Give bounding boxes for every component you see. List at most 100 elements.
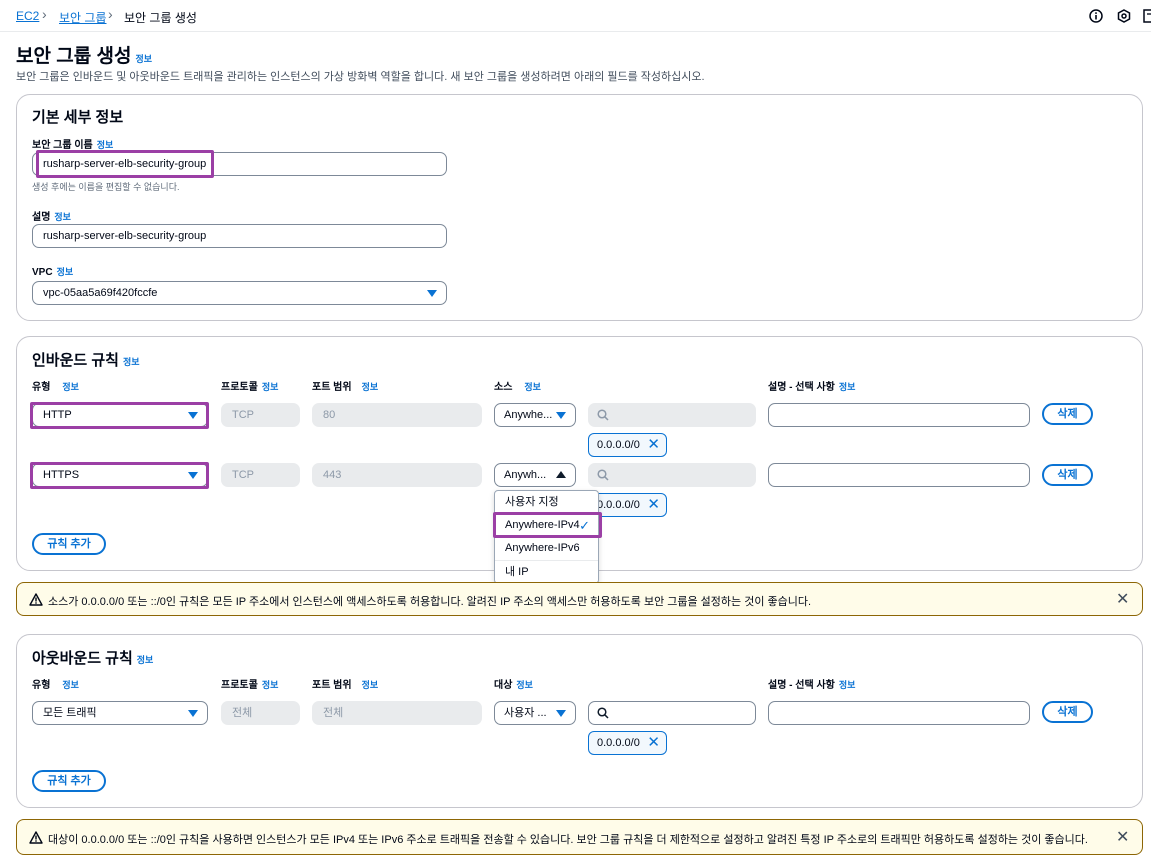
- settings-icon[interactable]: [1117, 9, 1131, 23]
- delete-rule-button[interactable]: 삭제: [1042, 701, 1093, 723]
- cidr-value: 0.0.0.0/0: [597, 737, 640, 749]
- breadcrumb-separator: ›: [108, 6, 113, 22]
- top-bar: EC2 › 보안 그룹 › 보안 그룹 생성: [0, 0, 1151, 32]
- page-title: 보안 그룹 생성 정보: [16, 41, 152, 68]
- col-text: 포트 범위: [312, 382, 352, 393]
- inbound-rules-title: 인바운드 규칙 정보: [32, 349, 140, 370]
- rule-description-input[interactable]: [768, 463, 1030, 487]
- info-link[interactable]: 정보: [362, 680, 379, 690]
- port-range-field: 전체: [312, 701, 482, 725]
- dropdown-item-anywhere-ipv6[interactable]: Anywhere-IPv6: [495, 537, 598, 560]
- cidr-token: 0.0.0.0/0 ✕: [588, 731, 667, 755]
- breadcrumb-security-groups[interactable]: 보안 그룹: [59, 9, 107, 26]
- col-protocol: 프로토콜 정보: [221, 676, 278, 691]
- outbound-type-select[interactable]: 모든 트래픽: [32, 701, 208, 725]
- info-link[interactable]: 정보: [62, 382, 79, 392]
- info-link[interactable]: 정보: [57, 267, 74, 277]
- col-type: 유형 정보: [32, 676, 79, 691]
- info-icon[interactable]: [1089, 9, 1103, 23]
- vpc-label: VPC 정보: [32, 265, 73, 278]
- source-value: Anywhe...: [504, 409, 553, 421]
- warning-text: 대상이 0.0.0.0/0 또는 ::/0인 규칙을 사용하면 인스턴스가 모든…: [48, 834, 1088, 846]
- page-description: 보안 그룹은 인바운드 및 아웃바운드 트래픽을 관리하는 인스턴스의 가상 방…: [16, 71, 705, 83]
- highlight-box: [36, 150, 214, 178]
- rule-description-input[interactable]: [768, 403, 1030, 427]
- warning-icon: [29, 831, 43, 844]
- remove-icon[interactable]: ✕: [647, 434, 660, 456]
- destination-select[interactable]: 사용자 ...: [494, 701, 576, 725]
- col-text: 유형: [32, 382, 51, 393]
- close-icon[interactable]: ✕: [1116, 827, 1129, 847]
- protocol-field: 전체: [221, 701, 300, 725]
- type-value: 모든 트래픽: [43, 707, 97, 719]
- breadcrumb-current: 보안 그룹 생성: [124, 11, 197, 25]
- info-link[interactable]: 정보: [839, 680, 856, 690]
- source-select-open[interactable]: Anywh...: [494, 463, 576, 487]
- col-protocol: 프로토콜 정보: [221, 378, 278, 393]
- info-link[interactable]: 정보: [516, 680, 533, 690]
- description-input[interactable]: rusharp-server-elb-security-group: [32, 224, 447, 248]
- port-range-field: 443: [312, 463, 482, 487]
- panel-icon[interactable]: [1143, 9, 1151, 23]
- info-link[interactable]: 정보: [137, 655, 154, 665]
- vpc-select[interactable]: vpc-05aa5a69f420fccfe: [32, 281, 447, 305]
- info-link[interactable]: 정보: [62, 680, 79, 690]
- breadcrumb-separator: ›: [42, 6, 47, 22]
- outbound-warning-alert: 대상이 0.0.0.0/0 또는 ::/0인 규칙을 사용하면 인스턴스가 모든…: [16, 819, 1143, 855]
- info-link[interactable]: 정보: [362, 382, 379, 392]
- warning-icon: [29, 593, 43, 606]
- info-link[interactable]: 정보: [97, 140, 114, 150]
- breadcrumb-ec2[interactable]: EC2: [16, 9, 39, 23]
- col-type: 유형 정보: [32, 378, 79, 393]
- cidr-token: 0.0.0.0/0 ✕: [588, 433, 667, 457]
- col-text: 설명 - 선택 사항: [768, 382, 835, 393]
- source-value: Anywh...: [504, 469, 547, 481]
- add-inbound-rule-button[interactable]: 규칙 추가: [32, 533, 106, 555]
- search-icon: [597, 469, 609, 481]
- delete-rule-button[interactable]: 삭제: [1042, 403, 1093, 425]
- dropdown-item-custom[interactable]: 사용자 지정: [495, 491, 598, 514]
- cidr-search-input[interactable]: [588, 463, 756, 487]
- col-text: 프로토콜: [221, 382, 258, 393]
- info-link[interactable]: 정보: [262, 680, 279, 690]
- col-text: 유형: [32, 680, 51, 691]
- delete-rule-button[interactable]: 삭제: [1042, 464, 1093, 486]
- caret-up-icon: [556, 471, 566, 478]
- highlight-box: [30, 462, 209, 489]
- basic-details-title: 기본 세부 정보: [32, 109, 124, 126]
- info-link[interactable]: 정보: [54, 212, 71, 222]
- port-range-field: 80: [312, 403, 482, 427]
- col-text: 대상: [494, 680, 513, 691]
- add-outbound-rule-button[interactable]: 규칙 추가: [32, 770, 106, 792]
- col-port-range: 포트 범위 정보: [312, 676, 378, 691]
- info-link[interactable]: 정보: [524, 382, 541, 392]
- source-select[interactable]: Anywhe...: [494, 403, 576, 427]
- close-icon[interactable]: ✕: [1116, 589, 1129, 609]
- label-text: 설명: [32, 212, 51, 223]
- col-description: 설명 - 선택 사항 정보: [768, 378, 855, 393]
- remove-icon[interactable]: ✕: [647, 732, 660, 754]
- cidr-search-input[interactable]: [588, 403, 756, 427]
- info-link[interactable]: 정보: [262, 382, 279, 392]
- rule-description-input[interactable]: [768, 701, 1030, 725]
- cidr-search-input[interactable]: [588, 701, 756, 725]
- info-link[interactable]: 정보: [839, 382, 856, 392]
- col-text: 설명 - 선택 사항: [768, 680, 835, 691]
- page-title-text: 보안 그룹 생성: [16, 46, 132, 67]
- description-label: 설명 정보: [32, 208, 71, 223]
- title-text: 인바운드 규칙: [32, 352, 119, 369]
- info-link[interactable]: 정보: [123, 357, 140, 367]
- protocol-field: TCP: [221, 403, 300, 427]
- security-group-name-label: 보안 그룹 이름 정보: [32, 136, 113, 151]
- info-link[interactable]: 정보: [135, 54, 152, 64]
- highlight-box: [30, 402, 209, 429]
- caret-down-icon: [188, 710, 198, 717]
- name-hint: 생성 후에는 이름을 편집할 수 없습니다.: [32, 182, 180, 192]
- col-text: 포트 범위: [312, 680, 352, 691]
- label-text: VPC: [32, 267, 53, 278]
- remove-icon[interactable]: ✕: [647, 494, 660, 516]
- caret-down-icon: [556, 710, 566, 717]
- warning-text: 소스가 0.0.0.0/0 또는 ::/0인 규칙은 모든 IP 주소에서 인스…: [48, 596, 812, 608]
- col-text: 프로토콜: [221, 680, 258, 691]
- dropdown-item-my-ip[interactable]: 내 IP: [495, 560, 598, 583]
